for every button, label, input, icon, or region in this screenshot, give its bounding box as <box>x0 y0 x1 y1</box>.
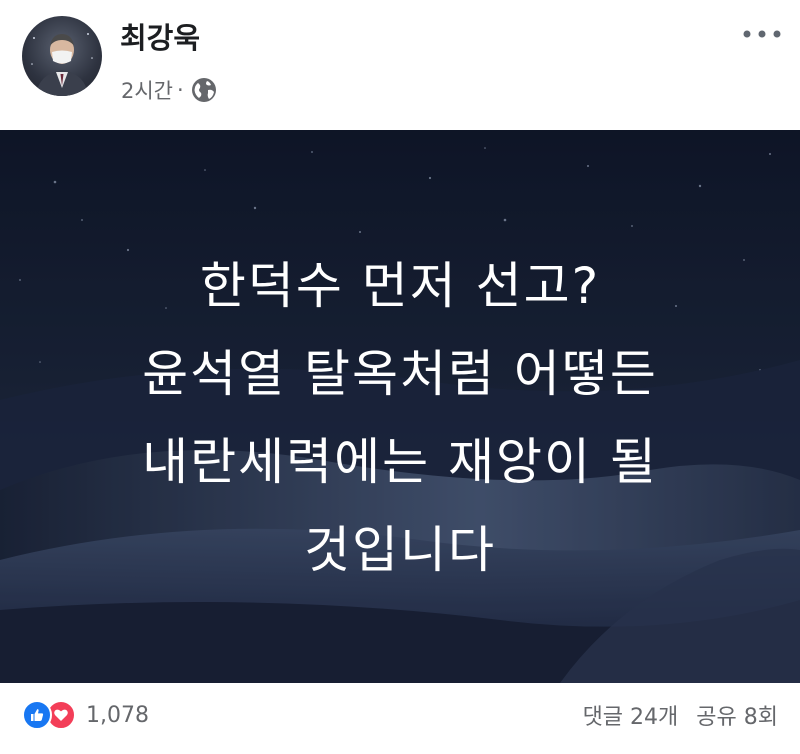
post-time[interactable]: 2시간 <box>121 75 173 105</box>
post-image[interactable]: 한덕수 먼저 선고? 윤석열 탈옥처럼 어떻든 내란세력에는 재앙이 될 것입니… <box>0 130 800 683</box>
like-icon <box>22 700 52 730</box>
more-dots-icon <box>743 30 781 38</box>
globe-icon <box>191 78 216 102</box>
image-text-line: 한덕수 먼저 선고? <box>199 257 601 315</box>
post-image-text: 한덕수 먼저 선고? 윤석열 탈옥처럼 어떻든 내란세력에는 재앙이 될 것입니… <box>0 242 800 594</box>
image-text-line: 윤석열 탈옥처럼 어떻든 <box>142 345 658 403</box>
reactions-summary[interactable]: 1,078 <box>22 700 149 730</box>
author-name[interactable]: 최강욱 <box>120 20 200 56</box>
engagement-stats: 댓글 24개 공유 8회 <box>583 700 778 730</box>
shares-count-link[interactable]: 공유 8회 <box>696 699 778 731</box>
avatar[interactable] <box>22 16 102 96</box>
image-text-line: 것입니다 <box>304 521 496 579</box>
comments-count-link[interactable]: 댓글 24개 <box>583 699 679 731</box>
more-options-button[interactable] <box>738 22 786 46</box>
post-footer: 1,078 댓글 24개 공유 8회 <box>0 683 800 754</box>
post-header: 최강욱 2시간 · <box>0 0 800 130</box>
image-text-line: 내란세력에는 재앙이 될 <box>142 433 658 491</box>
meta-separator: · <box>177 78 184 102</box>
post-meta: 2시간 · <box>121 76 218 104</box>
reaction-count: 1,078 <box>86 702 149 728</box>
